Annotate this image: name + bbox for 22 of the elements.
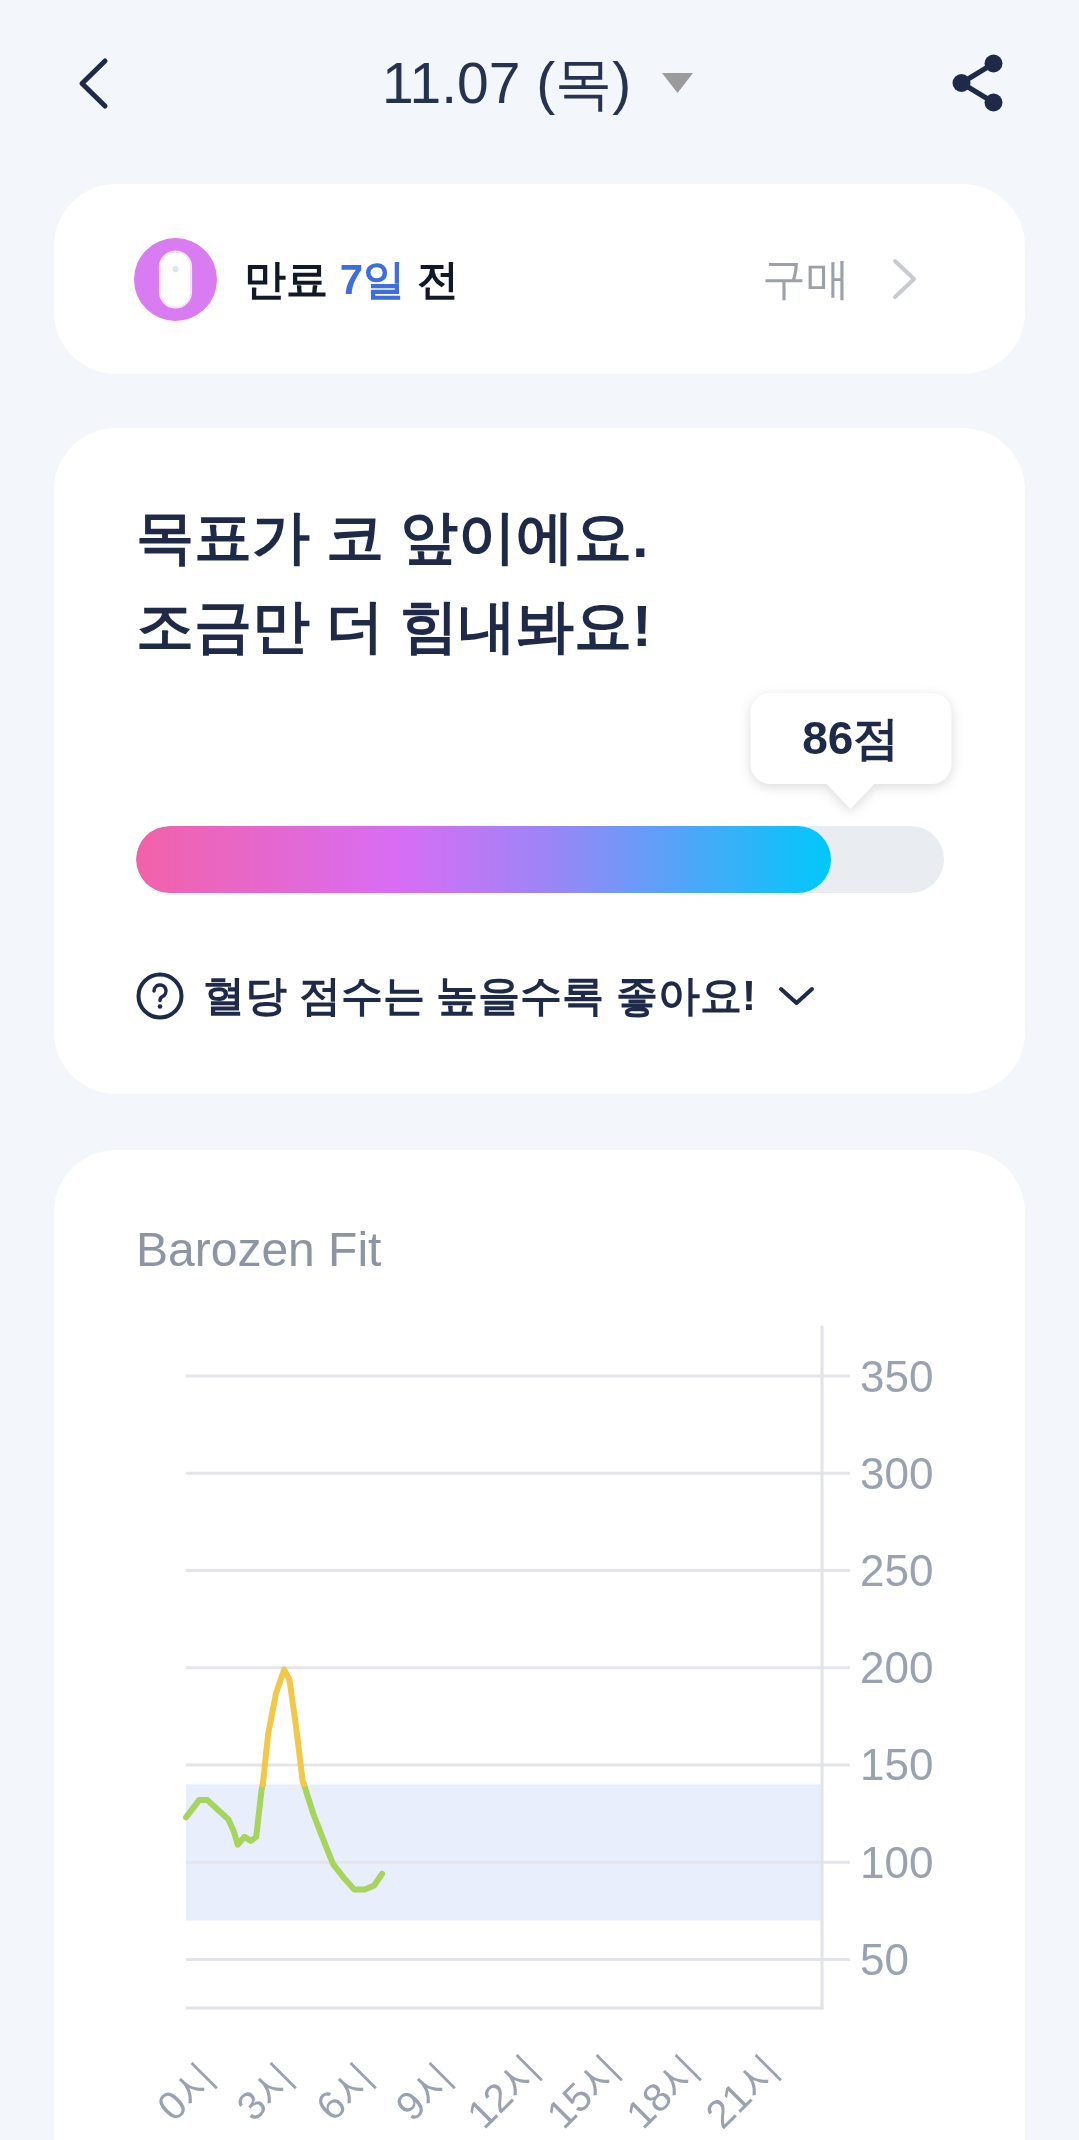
device-icon [134, 237, 217, 321]
help-icon [136, 971, 184, 1020]
x-axis-label: 3시 [227, 2053, 304, 2129]
back-icon[interactable] [76, 56, 110, 110]
share-icon[interactable] [952, 54, 1003, 112]
y-axis-label: 300 [860, 1448, 934, 1498]
y-axis-label: 200 [860, 1643, 934, 1693]
y-axis-label: 50 [860, 1934, 909, 1984]
chart-title: Barozen Fit [136, 1222, 382, 1278]
goal-message: 목표가 코 앞이에요. 조금만 더 힘내봐요! [136, 503, 653, 660]
y-axis-label: 250 [860, 1545, 934, 1595]
y-axis-label: 350 [860, 1351, 934, 1401]
x-axis-label: 9시 [386, 2053, 463, 2129]
y-axis-label: 150 [860, 1740, 934, 1790]
x-axis-label: 0시 [148, 2053, 224, 2129]
caret-down-icon [661, 73, 695, 93]
chevron-down-icon [778, 985, 815, 1006]
y-axis-label: 100 [860, 1837, 934, 1887]
expiry-text: 만료 7일 전 [244, 254, 459, 305]
chevron-right-icon [892, 258, 917, 300]
x-axis-label: 6시 [307, 2053, 383, 2129]
score-info-toggle[interactable]: 혈당 점수는 높을수록 좋아요! [136, 964, 815, 1027]
